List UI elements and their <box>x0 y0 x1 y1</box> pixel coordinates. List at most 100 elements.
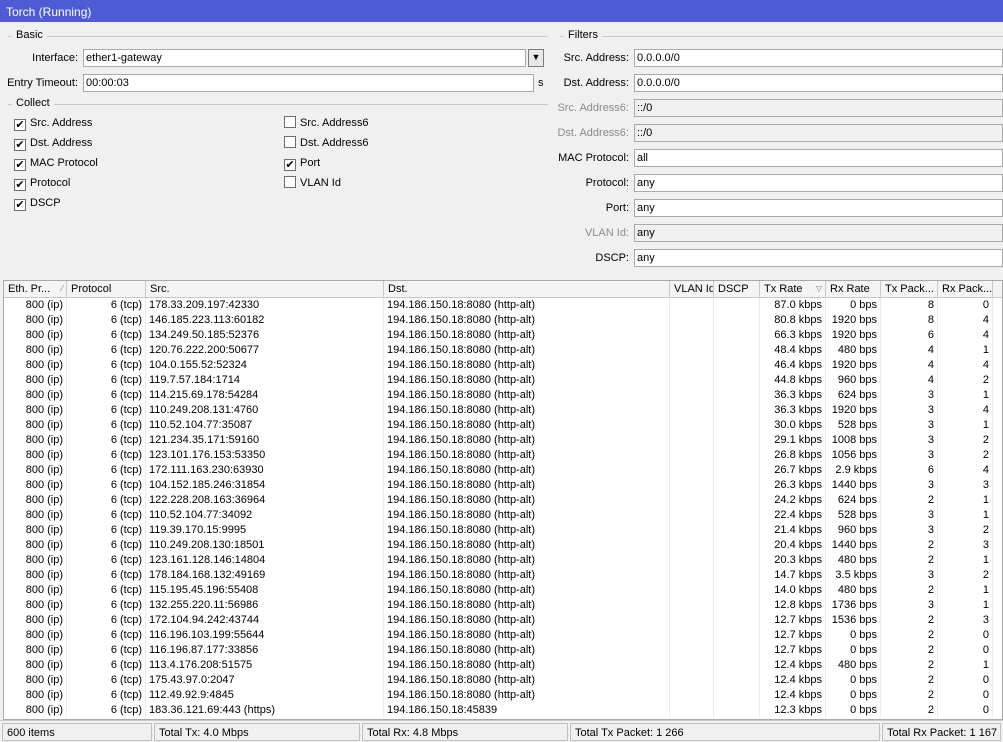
checkbox-label: VLAN Id <box>300 177 341 189</box>
checkbox-box[interactable]: ✔ <box>14 179 26 191</box>
table-cell: 14.0 kbps <box>760 583 826 598</box>
table-cell <box>670 433 714 448</box>
column-header-rx-rate[interactable]: Rx Rate <box>826 281 881 298</box>
table-row[interactable]: 800 (ip) 6 (tcp) 119.39.170.15:9995 194.186… <box>4 523 1002 538</box>
table-cell: 183.36.121.69:443 (https) <box>146 703 384 718</box>
checkbox-box[interactable] <box>284 116 296 128</box>
collect-src-address-checkbox[interactable]: ✔ Src. Address <box>14 115 92 131</box>
table-cell: 6 (tcp) <box>67 433 146 448</box>
table-row[interactable]: 800 (ip) 6 (tcp) 110.249.208.131:4760 194.1… <box>4 403 1002 418</box>
table-cell: 36.3 kbps <box>760 403 826 418</box>
filter-protocol-input[interactable]: any <box>634 174 1003 192</box>
checkbox-box[interactable] <box>284 136 296 148</box>
collect-protocol-checkbox[interactable]: ✔ Protocol <box>14 175 70 191</box>
table-cell: 1920 bps <box>826 313 881 328</box>
table-cell: 624 bps <box>826 493 881 508</box>
collect-port-checkbox[interactable]: ✔ Port <box>284 155 320 171</box>
filter-dscp-input[interactable]: any <box>634 249 1003 267</box>
table-cell: 22.4 kbps <box>760 508 826 523</box>
interface-select[interactable]: ether1-gateway <box>83 49 526 67</box>
table-cell <box>714 673 760 688</box>
filter-port-input[interactable]: any <box>634 199 1003 217</box>
table-cell: 4 <box>938 328 993 343</box>
table-row[interactable]: 800 (ip) 6 (tcp) 122.228.208.163:36964 194.… <box>4 493 1002 508</box>
table-row[interactable]: 800 (ip) 6 (tcp) 112.49.92.9:4845 194.186.1… <box>4 688 1002 703</box>
filter-src-address-input[interactable]: 0.0.0.0/0 <box>634 49 1003 67</box>
column-header-rx-pack[interactable]: Rx Pack... <box>938 281 993 298</box>
table-row[interactable]: 800 (ip) 6 (tcp) 123.161.128.146:14804 194.… <box>4 553 1002 568</box>
column-header-dst[interactable]: Dst. <box>384 281 670 298</box>
table-cell: 1920 bps <box>826 328 881 343</box>
table-row[interactable]: 800 (ip) 6 (tcp) 110.52.104.77:34092 194.18… <box>4 508 1002 523</box>
table-row[interactable]: 800 (ip) 6 (tcp) 104.152.185.246:31854 194.… <box>4 478 1002 493</box>
table-cell: 112.49.92.9:4845 <box>146 688 384 703</box>
connections-table[interactable]: Eth. Pr... ⁄ Protocol Src. Dst. VLAN Id DSCP Tx… <box>3 280 1003 720</box>
table-row[interactable]: 800 (ip) 6 (tcp) 110.249.208.130:18501 194.… <box>4 538 1002 553</box>
table-row[interactable]: 800 (ip) 6 (tcp) 146.185.223.113:60182 194.… <box>4 313 1002 328</box>
table-row[interactable]: 800 (ip) 6 (tcp) 115.195.45.196:55408 194.1… <box>4 583 1002 598</box>
table-row[interactable]: 800 (ip) 6 (tcp) 114.215.69.178:54284 194.1… <box>4 388 1002 403</box>
table-cell: 800 (ip) <box>4 538 67 553</box>
column-header-protocol[interactable]: Protocol <box>67 281 146 298</box>
checkbox-box[interactable]: ✔ <box>14 159 26 171</box>
table-row[interactable]: 800 (ip) 6 (tcp) 123.101.176.153:53350 194.… <box>4 448 1002 463</box>
column-header-label: Eth. Pr... <box>8 283 51 295</box>
table-row[interactable]: 800 (ip) 6 (tcp) 104.0.155.52:52324 194.186… <box>4 358 1002 373</box>
column-header-src[interactable]: Src. <box>146 281 384 298</box>
checkbox-box[interactable]: ✔ <box>14 139 26 151</box>
table-row[interactable]: 800 (ip) 6 (tcp) 113.4.176.208:51575 194.18… <box>4 658 1002 673</box>
table-row[interactable]: 800 (ip) 6 (tcp) 178.33.209.197:42330 194.1… <box>4 298 1002 313</box>
table-cell: 6 (tcp) <box>67 343 146 358</box>
checkbox-box[interactable] <box>284 176 296 188</box>
column-header-dscp[interactable]: DSCP <box>714 281 760 298</box>
table-cell: 194.186.150.18:8080 (http-alt) <box>384 583 670 598</box>
column-header-vlan-id[interactable]: VLAN Id <box>670 281 714 298</box>
table-cell <box>670 418 714 433</box>
table-cell <box>670 628 714 643</box>
table-cell: 800 (ip) <box>4 448 67 463</box>
filter-dst-address-input[interactable]: 0.0.0.0/0 <box>634 74 1003 92</box>
table-row[interactable]: 800 (ip) 6 (tcp) 178.184.168.132:49169 194.… <box>4 568 1002 583</box>
column-header-tx-pack[interactable]: Tx Pack... <box>881 281 938 298</box>
filter-mac-protocol-input[interactable]: all <box>634 149 1003 167</box>
collect-vlan-id-checkbox[interactable]: VLAN Id <box>284 175 341 191</box>
collect-mac-protocol-checkbox[interactable]: ✔ MAC Protocol <box>14 155 98 171</box>
table-cell: 121.234.35.171:59160 <box>146 433 384 448</box>
table-row[interactable]: 800 (ip) 6 (tcp) 183.36.121.69:443 (https)… <box>4 703 1002 718</box>
table-cell: 116.196.87.177:33856 <box>146 643 384 658</box>
table-row[interactable]: 800 (ip) 6 (tcp) 132.255.220.11:56986 194.1… <box>4 598 1002 613</box>
table-cell <box>714 448 760 463</box>
checkbox-box[interactable]: ✔ <box>14 119 26 131</box>
table-cell <box>714 703 760 718</box>
table-cell: 2 <box>881 493 938 508</box>
table-cell: 80.8 kbps <box>760 313 826 328</box>
table-row[interactable]: 800 (ip) 6 (tcp) 110.52.104.77:35087 194.18… <box>4 418 1002 433</box>
table-row[interactable]: 800 (ip) 6 (tcp) 172.104.94.242:43744 194.1… <box>4 613 1002 628</box>
collect-src-address6-checkbox[interactable]: Src. Address6 <box>284 115 368 131</box>
table-row[interactable]: 800 (ip) 6 (tcp) 119.7.57.184:1714 194.186.… <box>4 373 1002 388</box>
table-row[interactable]: 800 (ip) 6 (tcp) 134.249.50.185:52376 194.1… <box>4 328 1002 343</box>
table-row[interactable]: 800 (ip) 6 (tcp) 121.234.35.171:59160 194.1… <box>4 433 1002 448</box>
table-cell: 4 <box>938 358 993 373</box>
table-row[interactable]: 800 (ip) 6 (tcp) 175.43.97.0:2047 194.186.1… <box>4 673 1002 688</box>
interface-dropdown-button[interactable]: ▼ <box>528 49 544 67</box>
chevron-down-icon: ▼ <box>531 52 541 62</box>
collect-dscp-checkbox[interactable]: ✔ DSCP <box>14 195 61 211</box>
table-cell <box>670 298 714 313</box>
table-row[interactable]: 800 (ip) 6 (tcp) 116.196.103.199:55644 194.… <box>4 628 1002 643</box>
table-row[interactable]: 800 (ip) 6 (tcp) 116.196.87.177:33856 194.1… <box>4 643 1002 658</box>
column-header-tx-rate[interactable]: Tx Rate ▽ <box>760 281 826 298</box>
entry-timeout-input[interactable]: 00:00:03 <box>83 74 534 92</box>
table-row[interactable]: 800 (ip) 6 (tcp) 120.76.222.200:50677 194.1… <box>4 343 1002 358</box>
table-cell <box>714 433 760 448</box>
table-cell <box>714 493 760 508</box>
checkbox-box[interactable]: ✔ <box>284 159 296 171</box>
table-cell: 12.4 kbps <box>760 673 826 688</box>
table-row[interactable]: 800 (ip) 6 (tcp) 172.111.163.230:63930 194.… <box>4 463 1002 478</box>
checkbox-box[interactable]: ✔ <box>14 199 26 211</box>
collect-dst-address-checkbox[interactable]: ✔ Dst. Address <box>14 135 92 151</box>
table-cell <box>670 358 714 373</box>
collect-dst-address6-checkbox[interactable]: Dst. Address6 <box>284 135 368 151</box>
window-title-bar[interactable]: Torch (Running) <box>0 0 1003 22</box>
column-header-eth-pr[interactable]: Eth. Pr... ⁄ <box>4 281 67 298</box>
